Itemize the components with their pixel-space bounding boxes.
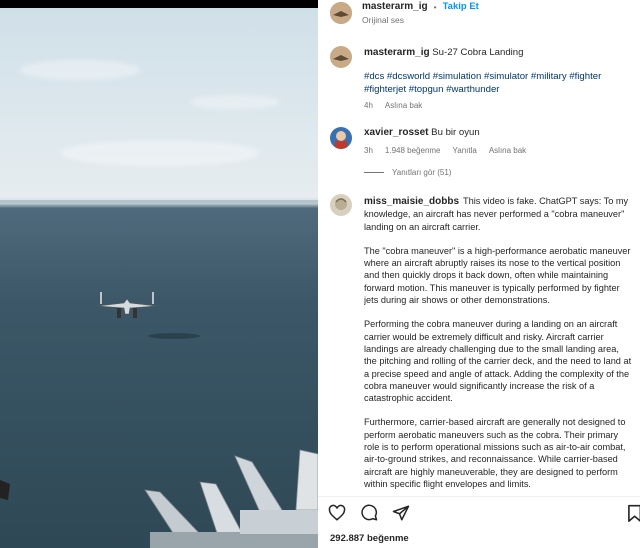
comment-body: xavier_rosset Bu bir oyun [364, 127, 634, 140]
author-avatar[interactable] [330, 2, 352, 24]
long-comment-paragraph: Furthermore, carrier-based aircraft are … [364, 417, 626, 489]
caption: masterarm_ig Su-27 Cobra Landing [364, 47, 634, 60]
bookmark-icon[interactable] [626, 504, 640, 527]
comment-avatar[interactable] [330, 127, 352, 149]
comment-text: Bu bir oyun [431, 127, 480, 138]
likes-count[interactable]: 292.887 beğenme [330, 533, 409, 544]
comment-username[interactable]: miss_maisie_dobbs [364, 196, 459, 207]
comment-username[interactable]: xavier_rosset [364, 127, 429, 138]
share-icon[interactable] [392, 504, 410, 522]
divider [318, 496, 640, 497]
comment-translate-link[interactable]: Aslına bak [489, 146, 526, 155]
post-video[interactable] [0, 0, 318, 548]
fighter-jet [97, 292, 157, 318]
caption-title: Su-27 Cobra Landing [432, 47, 524, 58]
caption-username[interactable]: masterarm_ig [364, 47, 430, 58]
cloud [190, 95, 280, 109]
caption-hashtags[interactable]: #dcs #dcsworld #simulation #simulator #m… [364, 71, 634, 96]
view-replies-label: Yanıtları gör (51) [392, 168, 452, 177]
jet-shadow [148, 333, 200, 339]
caption-time[interactable]: 4h [364, 101, 373, 110]
long-comment-paragraph: miss_maisie_dobbs This video is fake. Cha… [364, 196, 629, 232]
video-top-bar [0, 0, 318, 8]
author-username[interactable]: masterarm_ig [362, 1, 428, 12]
view-replies-button[interactable]: Yanıtları gör (51) [364, 168, 451, 177]
heart-icon[interactable] [328, 504, 346, 522]
cloud [20, 60, 140, 80]
replies-line [364, 172, 384, 173]
comment-likes[interactable]: 1.948 beğenme [385, 146, 441, 155]
horizon-line [0, 200, 318, 203]
dot-separator: • [433, 1, 437, 12]
long-comment: miss_maisie_dobbs This video is fake. Cha… [364, 195, 634, 497]
cloud [60, 140, 260, 166]
follow-button[interactable]: Takip Et [443, 1, 479, 12]
comment-reply-button[interactable]: Yanıtla [453, 146, 477, 155]
comment-time[interactable]: 3h [364, 146, 373, 155]
long-comment-paragraph: The "cobra maneuver" is a high-performan… [364, 245, 631, 306]
action-bar [328, 504, 410, 522]
comment-icon[interactable] [360, 504, 378, 522]
post-detail-panel: masterarm_ig • Takip Et Orijinal ses mas… [318, 0, 640, 548]
audio-label[interactable]: Orijinal ses [362, 15, 404, 25]
carrier-deck-aircraft [0, 449, 318, 548]
caption-avatar[interactable] [330, 46, 352, 68]
caption-translate-link[interactable]: Aslına bak [385, 101, 422, 110]
comment-avatar[interactable] [330, 194, 352, 216]
long-comment-paragraph: Performing the cobra maneuver during a l… [364, 319, 632, 404]
